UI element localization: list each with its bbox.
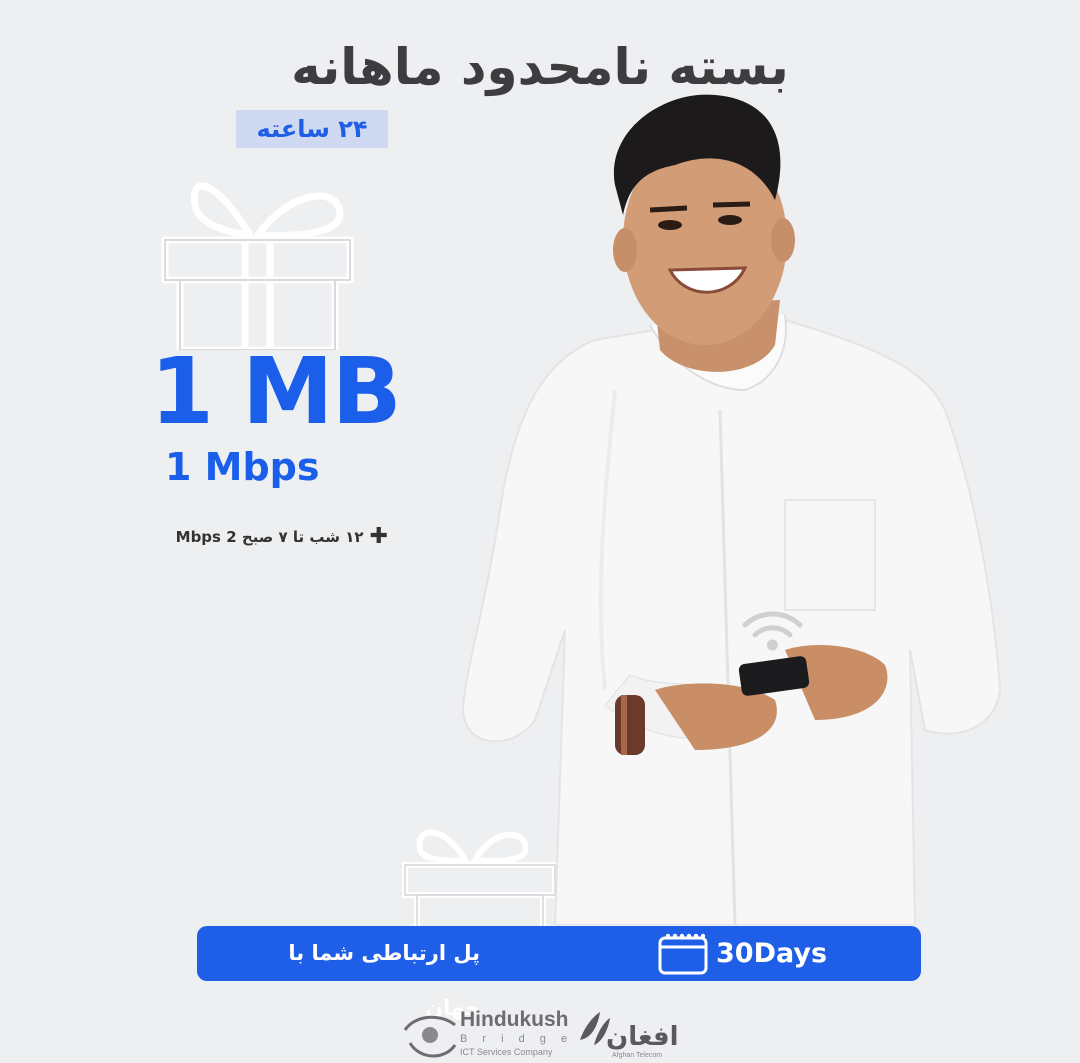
plus-icon: ✚ (369, 524, 388, 549)
page-title: بسته نامحدود ماهانه (291, 38, 789, 96)
afghan-sub: Afghan Telecom (612, 1052, 663, 1059)
hindukush-sub2: ICT Services Company (460, 1047, 553, 1057)
tagline: پل ارتباطی شما با جهان (288, 941, 480, 1020)
hindukush-name: Hindukush (460, 1008, 569, 1031)
hours-badge: ۲۴ ساعته (236, 110, 388, 148)
night-bonus-text: ۱۲ شب تا ۷ صبح 2 Mbps (175, 528, 364, 546)
duration-label: 30Days (716, 938, 828, 969)
hindukush-sub: B r i d g e (460, 1033, 574, 1045)
night-bonus: ✚ ۱۲ شب تا ۷ صبح 2 Mbps (138, 526, 388, 548)
calendar-icon (658, 933, 708, 975)
gift-icon (161, 182, 354, 350)
afghan-name: افغان (606, 1022, 679, 1052)
data-amount: 1 MB (150, 338, 402, 445)
person-photo (461, 94, 1002, 925)
speed-label: 1 Mbps (165, 445, 320, 489)
